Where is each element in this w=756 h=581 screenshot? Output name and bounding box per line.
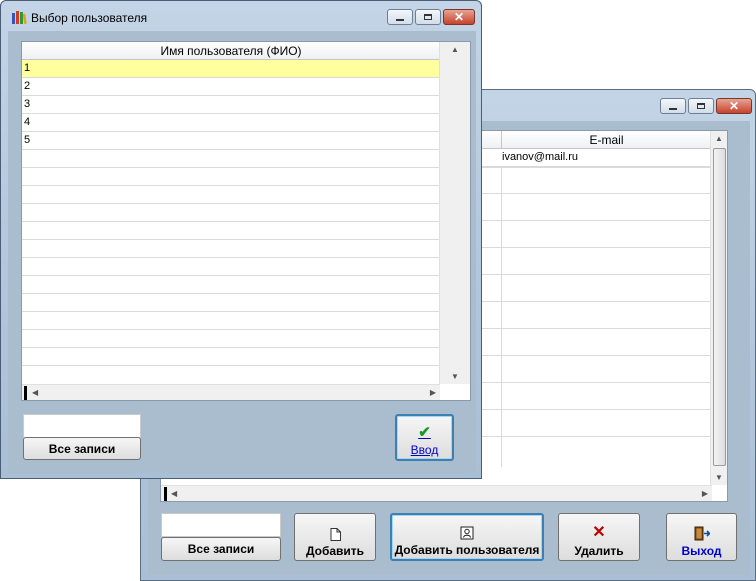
dialog-close-button[interactable]: ✕ xyxy=(443,9,475,25)
delete-label: Удалить xyxy=(574,544,624,558)
select-user-dialog: Выбор пользователя ✕ Имя пользователя (Ф… xyxy=(0,0,482,479)
delete-button[interactable]: ✕ Удалить xyxy=(558,513,640,561)
name-cell: 3 xyxy=(24,98,31,110)
minimize-icon xyxy=(396,18,404,21)
all-records-label: Все записи xyxy=(48,441,116,456)
grid-lines xyxy=(22,150,440,384)
dialog-minimize-button[interactable] xyxy=(387,9,413,25)
document-icon xyxy=(330,528,341,541)
horizontal-scrollbar[interactable]: ◀ ▶ xyxy=(161,485,712,501)
table-row[interactable]: 2 xyxy=(22,78,440,96)
close-icon: ✕ xyxy=(728,99,740,113)
table-row[interactable]: 4 xyxy=(22,114,440,132)
scroll-right-icon[interactable]: ▶ xyxy=(702,489,708,498)
enter-button[interactable]: ✔ Ввод xyxy=(395,414,454,461)
close-button[interactable]: ✕ xyxy=(716,98,752,114)
exit-button[interactable]: Выход xyxy=(666,513,737,561)
user-select-grid[interactable]: Имя пользователя (ФИО) 1 2 3 4 5 ▲ ▼ ◀ ▶ xyxy=(21,41,471,401)
scroll-down-icon[interactable]: ▼ xyxy=(451,372,459,381)
checkmark-icon: ✔ xyxy=(418,424,431,441)
user-card-icon xyxy=(460,526,474,540)
row-indicator xyxy=(164,487,167,501)
red-x-icon: ✕ xyxy=(592,524,606,541)
maximize-button[interactable] xyxy=(688,98,714,114)
scroll-left-icon[interactable]: ◀ xyxy=(32,388,38,397)
add-button[interactable]: Добавить xyxy=(294,513,376,561)
name-cell: 5 xyxy=(24,134,31,146)
add-user-label: Добавить пользователя xyxy=(394,543,540,557)
horizontal-scrollbar[interactable]: ◀ ▶ xyxy=(22,384,440,400)
all-records-label: Все записи xyxy=(187,542,255,556)
exit-label: Выход xyxy=(681,544,722,558)
add-label: Добавить xyxy=(305,544,365,558)
column-header-email[interactable]: E-mail xyxy=(501,131,711,149)
row-indicator xyxy=(24,386,27,400)
table-row[interactable]: 5 xyxy=(22,132,440,150)
filter-input[interactable] xyxy=(23,414,141,438)
add-user-button[interactable]: Добавить пользователя xyxy=(390,513,544,561)
name-cell: 2 xyxy=(24,80,31,92)
vertical-scrollbar[interactable]: ▲ ▼ xyxy=(439,42,470,384)
vertical-scrollbar[interactable]: ▲ ▼ xyxy=(710,131,727,485)
enter-label: Ввод xyxy=(410,443,439,457)
dialog-client: Имя пользователя (ФИО) 1 2 3 4 5 ▲ ▼ ◀ ▶… xyxy=(8,31,476,473)
exit-door-icon xyxy=(694,526,710,541)
scroll-up-icon[interactable]: ▲ xyxy=(715,134,723,143)
scroll-left-icon[interactable]: ◀ xyxy=(171,489,177,498)
name-cell: 1 xyxy=(24,62,31,74)
scroll-down-icon[interactable]: ▼ xyxy=(715,473,723,482)
all-records-button[interactable]: Все записи xyxy=(161,537,281,561)
all-records-button[interactable]: Все записи xyxy=(23,437,141,460)
maximize-icon xyxy=(697,103,705,109)
scrollbar-thumb[interactable] xyxy=(713,148,726,466)
dialog-title: Выбор пользователя xyxy=(31,11,148,25)
name-cell: 4 xyxy=(24,116,31,128)
minimize-icon xyxy=(669,107,677,110)
column-header-name[interactable]: Имя пользователя (ФИО) xyxy=(22,42,440,60)
close-icon: ✕ xyxy=(453,10,465,24)
books-icon xyxy=(12,11,27,25)
scroll-up-icon[interactable]: ▲ xyxy=(451,45,459,54)
table-row[interactable]: 3 xyxy=(22,96,440,114)
scroll-right-icon[interactable]: ▶ xyxy=(430,388,436,397)
email-cell: ivanov@mail.ru xyxy=(502,151,578,163)
maximize-icon xyxy=(424,14,432,20)
minimize-button[interactable] xyxy=(660,98,686,114)
filter-input[interactable] xyxy=(161,513,281,537)
dialog-maximize-button[interactable] xyxy=(415,9,441,25)
table-row-selected[interactable]: 1 xyxy=(22,60,440,78)
